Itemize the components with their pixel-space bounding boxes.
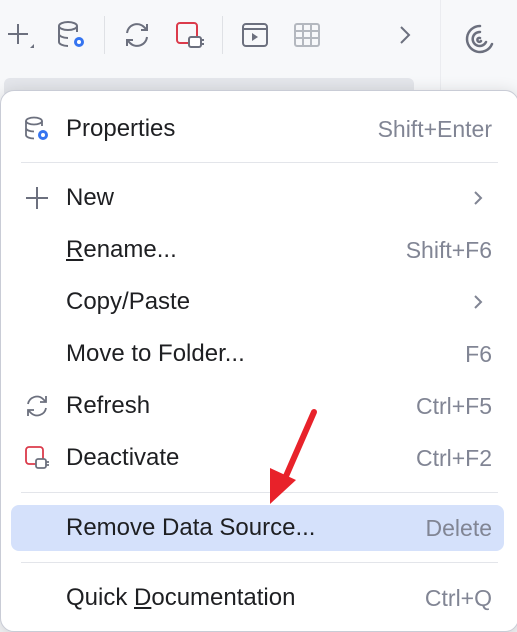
menu-item-shortcut: Shift+F6 — [405, 236, 492, 263]
menu-item-label: New — [66, 184, 115, 211]
menu-item-shortcut: Shift+Enter — [377, 115, 492, 142]
menu-item-label: Deactivate — [66, 444, 180, 471]
console-icon[interactable] — [238, 18, 272, 52]
menu-item-label: Refresh — [66, 392, 151, 419]
menu-item-label: Copy/Paste — [66, 288, 191, 315]
menu-item-deactivate[interactable]: Deactivate Ctrl+F2 — [11, 435, 504, 481]
menu-separator — [21, 162, 498, 163]
deactivate-icon[interactable] — [172, 18, 206, 52]
menu-item-shortcut: F6 — [465, 340, 492, 367]
menu-item-remove-data-source[interactable]: Remove Data Source... Delete — [11, 505, 504, 551]
menu-item-new[interactable]: New — [11, 175, 504, 221]
refresh-icon — [23, 392, 51, 420]
menu-item-move-to-folder[interactable]: Move to Folder... F6 — [11, 331, 504, 377]
menu-item-shortcut: Delete — [425, 514, 492, 541]
submenu-chevron-icon — [468, 186, 488, 210]
menu-item-properties[interactable]: Properties Shift+Enter — [11, 106, 504, 152]
menu-separator — [21, 562, 498, 563]
chevron-right-icon[interactable] — [388, 18, 422, 52]
submenu-chevron-icon — [468, 290, 488, 314]
menu-item-quick-documentation[interactable]: Quick Documentation Ctrl+Q — [11, 575, 504, 621]
menu-item-copy-paste[interactable]: Copy/Paste — [11, 279, 504, 325]
menu-item-label: Rename... — [66, 236, 177, 263]
menu-separator — [21, 492, 498, 493]
refresh-icon[interactable] — [120, 18, 154, 52]
table-icon — [290, 18, 324, 52]
menu-item-refresh[interactable]: Refresh Ctrl+F5 — [11, 383, 504, 429]
menu-item-label: Quick Documentation — [66, 584, 296, 611]
deactivate-icon — [23, 444, 51, 472]
menu-item-label: Properties — [66, 115, 176, 142]
ai-assistant-icon[interactable] — [461, 20, 499, 58]
menu-item-label: Move to Folder... — [66, 340, 245, 367]
datasource-settings-icon[interactable] — [54, 18, 88, 52]
context-menu: Properties Shift+Enter New Rename... Shi… — [0, 90, 517, 632]
menu-item-shortcut: Ctrl+Q — [424, 584, 492, 611]
datasource-properties-icon — [23, 115, 51, 143]
menu-item-label: Remove Data Source... — [66, 514, 316, 541]
menu-item-shortcut: Ctrl+F5 — [415, 392, 492, 419]
toolbar — [0, 0, 440, 98]
menu-item-rename[interactable]: Rename... Shift+F6 — [11, 227, 504, 273]
menu-item-shortcut: Ctrl+F2 — [415, 444, 492, 471]
plus-icon — [23, 184, 51, 212]
add-icon[interactable] — [2, 18, 36, 52]
